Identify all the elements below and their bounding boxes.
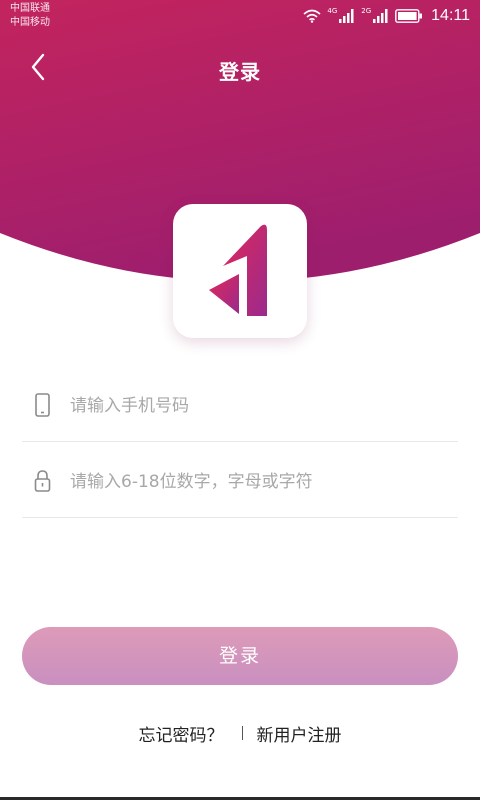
- page-title: 登录: [219, 60, 261, 84]
- app-logo-icon: [173, 204, 307, 338]
- lock-icon: [32, 468, 54, 496]
- forgot-password-link[interactable]: 忘记密码？: [139, 721, 224, 746]
- register-link[interactable]: 新用户注册: [257, 721, 342, 746]
- phone-field: [22, 370, 458, 442]
- signal-icon: [339, 9, 355, 23]
- carrier-1: 中国联通: [10, 3, 50, 14]
- login-button[interactable]: 登录: [22, 627, 458, 685]
- title-bar: 登录: [0, 44, 480, 94]
- app-logo: [173, 204, 307, 338]
- battery-icon: [395, 9, 423, 23]
- wifi-icon: [303, 9, 321, 23]
- network-label-2g: 2G: [361, 7, 372, 15]
- signal-icon: [373, 9, 389, 23]
- phone-icon: [32, 392, 54, 420]
- network-label-4g: 4G: [327, 7, 338, 15]
- carrier-names: 中国联通 中国移动: [10, 2, 50, 30]
- status-icons: 4G 2G 14:11: [303, 6, 470, 26]
- carrier-2: 中国移动: [10, 17, 50, 28]
- status-time: 14:11: [431, 7, 470, 24]
- links-divider: [241, 726, 243, 740]
- password-field: [22, 446, 458, 518]
- bottom-links: 忘记密码？ 新用户注册: [0, 720, 480, 746]
- phone-input[interactable]: [70, 388, 450, 424]
- status-bar: 中国联通 中国移动 4G 2G 14:11: [0, 0, 480, 32]
- password-input[interactable]: [70, 464, 450, 500]
